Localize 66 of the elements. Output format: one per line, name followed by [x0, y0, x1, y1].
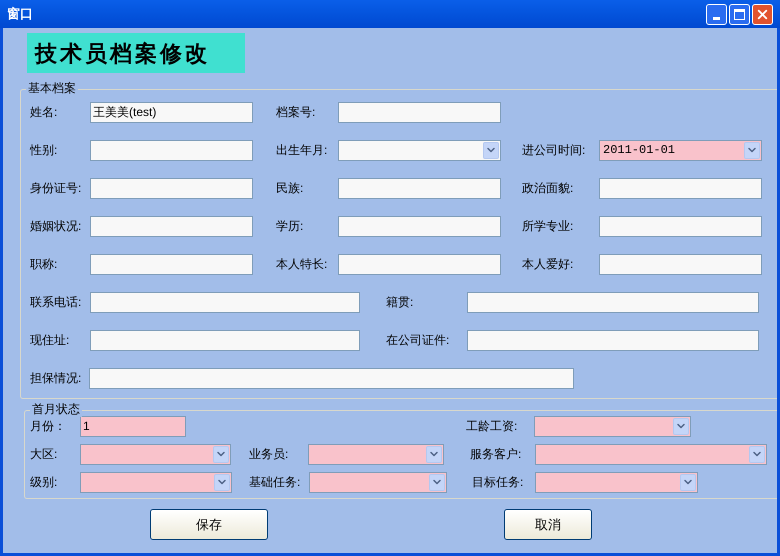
dropdown-field[interactable]: [308, 444, 444, 464]
field-label: 工龄工资:: [466, 418, 518, 435]
field-label: 在公司证件:: [386, 332, 450, 349]
field-label: 业务员:: [249, 446, 290, 463]
dropdown-field[interactable]: [535, 472, 698, 492]
text-field[interactable]: [467, 330, 759, 350]
text-field[interactable]: [599, 178, 762, 198]
field-label: 本人爱好:: [522, 256, 574, 273]
maximize-icon: [734, 8, 745, 20]
field-value: 2011-01-01: [602, 142, 676, 158]
field-label: 月份：: [30, 418, 67, 435]
field-label: 民族:: [276, 180, 304, 197]
minimize-button[interactable]: [706, 4, 727, 24]
field-label: 姓名:: [30, 104, 58, 121]
dropdown-field[interactable]: [80, 444, 231, 464]
field-label: 进公司时间:: [522, 142, 586, 159]
dropdown-field[interactable]: [309, 472, 447, 492]
group-title: 基本档案: [26, 81, 78, 96]
text-field[interactable]: [338, 178, 501, 198]
text-field[interactable]: [90, 140, 253, 160]
text-field[interactable]: 王美美(test): [90, 102, 253, 122]
dialog-button[interactable]: 保存: [150, 509, 268, 540]
field-label: 政治面貌:: [522, 180, 574, 197]
text-field[interactable]: [89, 368, 574, 388]
field-label: 服务客户:: [470, 446, 522, 463]
text-field[interactable]: [338, 254, 501, 274]
text-field[interactable]: [90, 292, 360, 312]
field-label: 联系电话:: [30, 294, 82, 311]
text-field[interactable]: [90, 254, 253, 274]
field-label: 担保情况:: [30, 370, 82, 387]
maximize-button[interactable]: [729, 4, 750, 24]
field-label: 档案号:: [276, 104, 316, 121]
field-label: 性别:: [30, 142, 58, 159]
text-field[interactable]: [90, 330, 360, 350]
dialog-button[interactable]: 取消: [504, 509, 592, 540]
dropdown-field[interactable]: 2011-01-01: [599, 140, 762, 160]
dropdown-field[interactable]: [534, 416, 691, 436]
text-field[interactable]: [90, 178, 253, 198]
close-button[interactable]: [752, 4, 773, 24]
text-field[interactable]: [599, 254, 762, 274]
group-title: 首月状态: [30, 402, 82, 417]
field-label: 学历:: [276, 218, 304, 235]
field-label: 婚姻状况:: [30, 218, 82, 235]
field-label: 籍贯:: [386, 294, 414, 311]
field-label: 身份证号:: [30, 180, 82, 197]
field-label: 基础任务:: [249, 474, 302, 491]
text-field[interactable]: [338, 216, 501, 236]
form-heading: 技术员档案修改: [27, 33, 245, 73]
minimize-icon: [713, 16, 720, 20]
dropdown-field[interactable]: [80, 472, 232, 492]
window-title: 窗口: [7, 5, 34, 24]
field-label: 本人特长:: [276, 256, 328, 273]
dropdown-field[interactable]: [338, 140, 501, 160]
dropdown-field[interactable]: [535, 444, 767, 464]
field-label: 职称:: [30, 256, 58, 273]
text-field[interactable]: [90, 216, 253, 236]
text-field[interactable]: [338, 102, 501, 122]
field-label: 所学专业:: [522, 218, 574, 235]
field-label: 目标任务:: [472, 474, 524, 491]
text-field[interactable]: [599, 216, 762, 236]
text-field[interactable]: [467, 292, 759, 312]
field-label: 级别:: [30, 474, 58, 491]
field-label: 大区:: [30, 446, 58, 463]
field-label: 现住址:: [30, 332, 70, 349]
text-field[interactable]: 1: [80, 416, 186, 436]
field-label: 出生年月:: [276, 142, 328, 159]
